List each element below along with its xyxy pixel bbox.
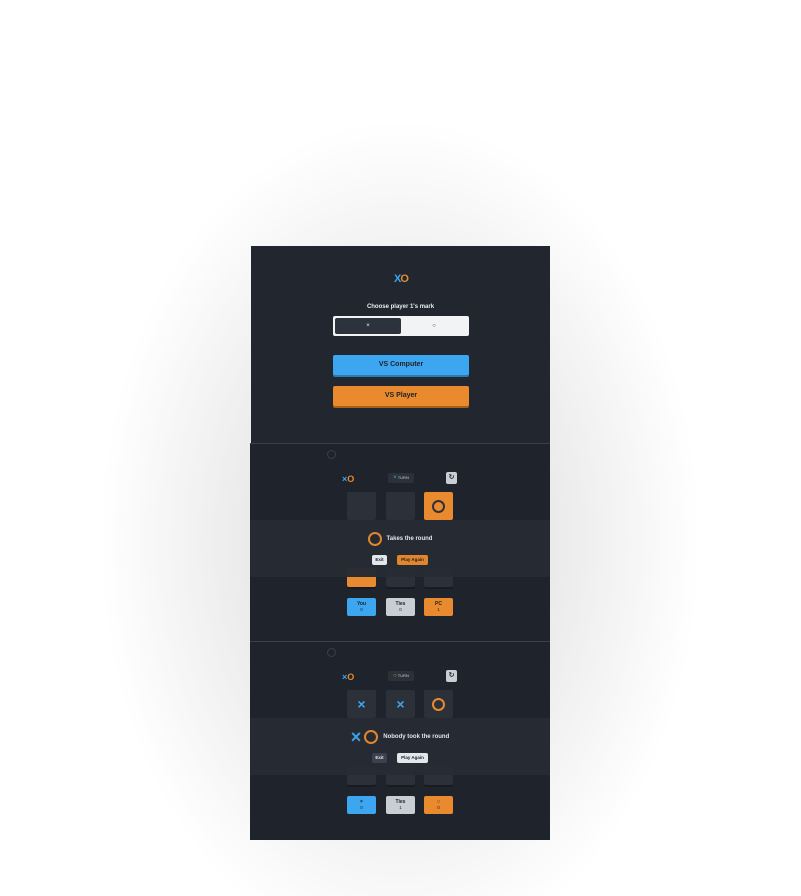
turn-x-icon: × [393,475,397,481]
decor-circle [327,450,336,459]
turn-indicator: × TURN [388,473,414,483]
board-cell[interactable] [386,492,415,520]
game-logo: ×O [342,474,355,484]
round-result: × Nobody took the round [250,727,550,747]
o-mark-icon [432,697,445,711]
round-result-overlay: Takes the round Exit Play Again [250,520,550,577]
game-screen-win: ×O × TURN ↻ Takes the round Exit Play Ag… [250,443,550,642]
round-result-overlay: × Nobody took the round Exit Play Again [250,718,550,775]
app-logo: XO [394,273,409,285]
score-player: You 0 [347,598,376,616]
score-x: × 0 [347,796,376,814]
mark-option-x[interactable]: × [335,318,401,334]
game-screen-tie: ×O ○ TURN ↻ × × × Nobody took the round … [250,641,550,840]
mark-toggle: × ○ [333,316,469,336]
result-message: Takes the round [386,536,433,542]
board-cell[interactable]: × [386,690,415,718]
x-result-icon: × [350,727,362,747]
o-winner-icon [367,532,382,546]
exit-button[interactable]: Exit [372,555,387,565]
score-ties: Ties 1 [386,796,415,814]
board-cell[interactable] [347,492,376,520]
result-message: Nobody took the round [383,734,450,740]
mark-picker-title: Choose player 1's mark [366,304,435,310]
x-mark-icon: × [396,696,405,712]
restart-button[interactable]: ↻ [446,472,457,484]
round-result: Takes the round [250,532,550,546]
turn-indicator: ○ TURN [388,671,414,681]
o-result-icon [364,730,379,744]
board-cell[interactable] [424,690,453,718]
board-cell[interactable] [424,492,453,520]
menu-screen: XO Choose player 1's mark × ○ VS Compute… [251,246,550,443]
game-logo: ×O [342,672,355,682]
score-o: ○ 0 [424,796,453,814]
play-again-button[interactable]: Play Again [397,753,428,763]
mark-option-o[interactable]: ○ [401,318,467,334]
score-pc: PC 1 [424,598,453,616]
turn-o-icon: ○ [393,673,397,679]
play-again-button[interactable]: Play Again [397,555,428,565]
vs-computer-button[interactable]: VS Computer [333,355,469,375]
o-mark-icon [432,499,445,513]
vs-player-button[interactable]: VS Player [333,386,469,406]
restart-button[interactable]: ↻ [446,670,457,682]
exit-button[interactable]: Exit [372,753,387,763]
score-ties: Ties 0 [386,598,415,616]
x-mark-icon: × [357,696,366,712]
decor-circle [327,648,336,657]
board-cell[interactable]: × [347,690,376,718]
